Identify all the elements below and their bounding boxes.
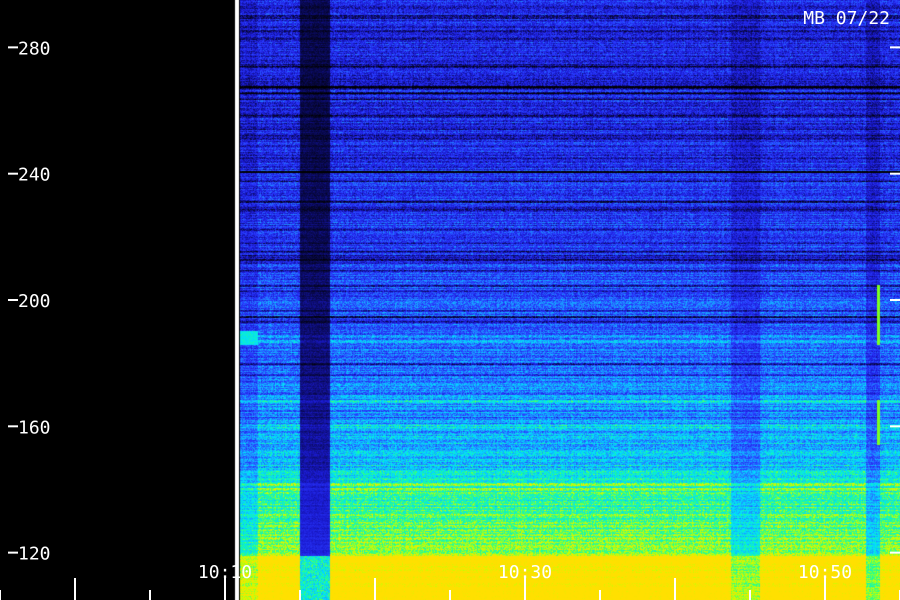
x-tick-label: 10:10	[198, 562, 252, 583]
x-tick-label: 10:50	[798, 562, 852, 583]
y-tick-label: 280	[18, 38, 51, 59]
y-axis: 120 160 200 240 280	[8, 38, 900, 565]
y-tick-label: 160	[18, 417, 51, 438]
axes-overlay: MB 07/22 120 160 200 240 280 10:10 10:30 10:50	[0, 8, 900, 600]
y-tick-label: 120	[18, 544, 51, 565]
y-tick-label: 200	[18, 291, 51, 312]
x-tick-label: 10:30	[498, 562, 552, 583]
y-tick-label: 240	[18, 165, 51, 186]
annotation-label: MB 07/22	[803, 8, 890, 29]
x-axis: 10:10 10:30 10:50	[0, 562, 900, 600]
